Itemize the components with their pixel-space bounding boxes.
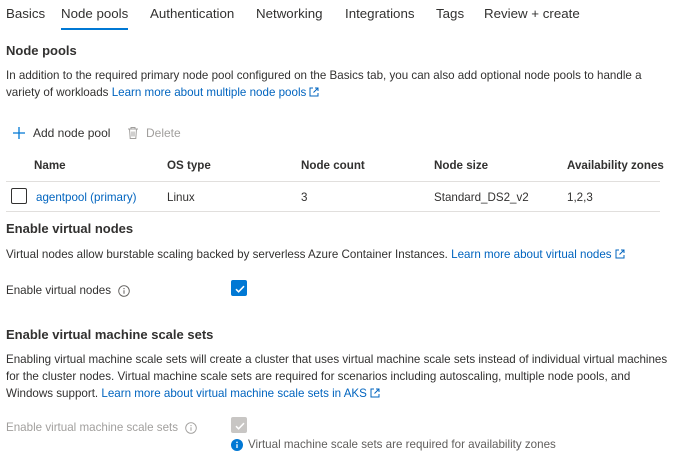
tab-basics[interactable]: Basics (6, 6, 45, 21)
info-icon (231, 438, 243, 451)
add-node-pool-button[interactable]: Add node pool (12, 126, 110, 140)
learn-more-virtual-nodes-text: Learn more about virtual nodes (451, 248, 612, 261)
vmss-info-note-text: Virtual machine scale sets are required … (248, 438, 556, 451)
learn-more-node-pools-link[interactable]: Learn more about multiple node pools (112, 86, 320, 99)
virtual-nodes-description: Virtual nodes allow burstable scaling ba… (6, 246, 674, 263)
node-pools-heading: Node pools (6, 43, 77, 58)
tab-node-pools[interactable]: Node pools (61, 6, 129, 30)
node-pools-description-text: In addition to the required primary node… (6, 69, 642, 99)
cell-os-type: Linux (167, 191, 195, 204)
checkmark-icon (235, 285, 245, 293)
add-node-pool-label: Add node pool (33, 126, 111, 140)
enable-vmss-checkbox[interactable] (231, 417, 247, 433)
column-header-node-size: Node size (434, 159, 489, 172)
info-icon[interactable] (118, 284, 130, 297)
plus-icon (13, 127, 25, 139)
enable-virtual-nodes-label-text: Enable virtual nodes (6, 284, 112, 297)
delete-label: Delete (146, 126, 181, 140)
table-header-divider (6, 181, 660, 182)
tab-authentication[interactable]: Authentication (150, 6, 234, 21)
cell-node-count: 3 (301, 191, 308, 204)
row-select-checkbox[interactable] (11, 188, 27, 204)
checkmark-icon (235, 422, 245, 430)
tab-networking[interactable]: Networking (256, 6, 323, 21)
delete-button[interactable]: Delete (127, 126, 181, 140)
info-icon[interactable] (185, 421, 197, 434)
column-header-availability-zones: Availability zones (567, 159, 664, 172)
virtual-nodes-heading: Enable virtual nodes (6, 221, 134, 236)
node-pools-description: In addition to the required primary node… (6, 67, 671, 101)
node-pool-name-link[interactable]: agentpool (primary) (36, 191, 137, 204)
learn-more-node-pools-text: Learn more about multiple node pools (111, 86, 307, 99)
enable-virtual-nodes-label: Enable virtual nodes (6, 284, 130, 297)
wizard-tabs: Basics Node pools Authentication Network… (0, 0, 679, 32)
vmss-heading: Enable virtual machine scale sets (6, 327, 214, 342)
tab-review-create[interactable]: Review + create (484, 6, 580, 21)
external-link-icon (309, 87, 319, 97)
virtual-nodes-description-text: Virtual nodes allow burstable scaling ba… (6, 248, 448, 261)
learn-more-virtual-nodes-link[interactable]: Learn more about virtual nodes (451, 248, 625, 261)
column-header-node-count: Node count (301, 159, 365, 172)
cell-availability-zones: 1,2,3 (567, 191, 593, 204)
enable-vmss-label-text: Enable virtual machine scale sets (6, 421, 179, 434)
trash-icon (128, 127, 138, 139)
table-row-divider (6, 211, 660, 212)
tab-tags[interactable]: Tags (436, 6, 464, 21)
vmss-description: Enabling virtual machine scale sets will… (6, 351, 674, 402)
enable-virtual-nodes-checkbox[interactable] (231, 280, 247, 296)
external-link-icon (615, 249, 625, 259)
tab-integrations[interactable]: Integrations (345, 6, 414, 21)
external-link-icon (370, 388, 380, 398)
learn-more-vmss-text: Learn more about virtual machine scale s… (101, 387, 367, 400)
vmss-info-note: Virtual machine scale sets are required … (231, 438, 556, 451)
column-header-os-type: OS type (167, 159, 211, 172)
enable-vmss-label: Enable virtual machine scale sets (6, 421, 197, 434)
cell-node-size: Standard_DS2_v2 (434, 191, 529, 204)
learn-more-vmss-link[interactable]: Learn more about virtual machine scale s… (101, 387, 380, 400)
column-header-name: Name (34, 159, 66, 172)
